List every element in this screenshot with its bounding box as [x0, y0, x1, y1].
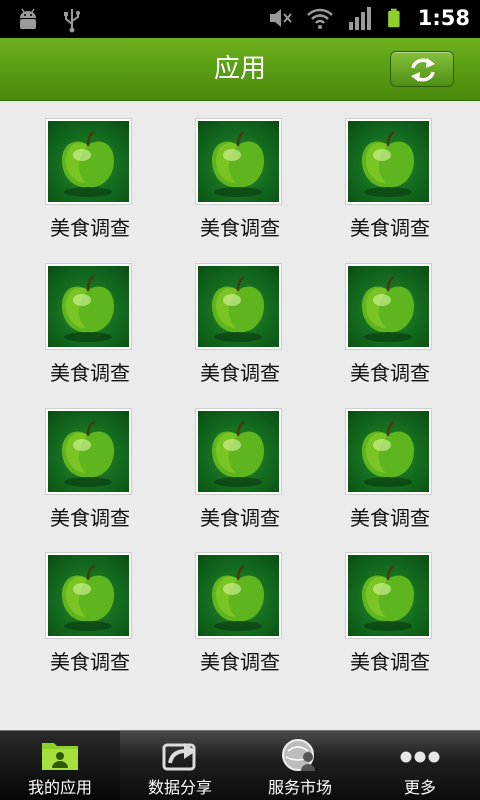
- app-label: 美食调查: [200, 216, 280, 240]
- app-item[interactable]: 美食调查: [15, 101, 165, 241]
- app-item[interactable]: 美食调查: [165, 535, 315, 675]
- app-item[interactable]: 美食调查: [165, 246, 315, 386]
- green-apple-icon: [212, 130, 264, 197]
- green-apple-icon: [362, 564, 414, 631]
- signal-icon: [348, 7, 371, 30]
- refresh-button[interactable]: [390, 51, 454, 87]
- green-apple-icon: [212, 564, 264, 631]
- app-label: 美食调查: [50, 361, 130, 385]
- green-apple-icon: [62, 564, 114, 631]
- more-icon: [400, 751, 440, 763]
- tab-service-market[interactable]: 服务市场: [240, 731, 360, 800]
- green-apple-icon: [62, 275, 114, 342]
- tab-label: 我的应用: [27, 778, 92, 797]
- green-apple-icon: [212, 420, 264, 487]
- app-icon-tile: [345, 118, 432, 205]
- app-label: 美食调查: [200, 506, 280, 530]
- tab-share[interactable]: 数据分享: [120, 731, 240, 800]
- app-item[interactable]: 美食调查: [15, 535, 165, 675]
- battery-icon: [387, 8, 400, 28]
- app-icon-tile: [195, 118, 282, 205]
- app-icon-tile: [45, 118, 132, 205]
- app-item[interactable]: 美食调查: [315, 246, 465, 386]
- app-item[interactable]: 美食调查: [315, 391, 465, 531]
- app-icon-tile: [45, 408, 132, 495]
- app-icon-tile: [195, 263, 282, 350]
- share-icon: [162, 743, 196, 771]
- usb-icon: [64, 9, 80, 33]
- app-icon-tile: [345, 263, 432, 350]
- app-icon-tile: [45, 552, 132, 639]
- app-grid-area: 美食调查 美食调查 美食调查 美食调查 美食调查 美食调查 美食调查 美食调查 美食调查 美食调查…: [0, 101, 480, 730]
- service-market-icon: [282, 739, 315, 771]
- green-apple-icon: [362, 130, 414, 197]
- app-item[interactable]: 美食调查: [165, 391, 315, 531]
- green-apple-icon: [62, 420, 114, 487]
- clock: 1:58: [417, 6, 470, 30]
- app-item[interactable]: 美食调查: [15, 246, 165, 386]
- refresh-icon: [411, 58, 435, 82]
- app-label: 美食调查: [50, 216, 130, 240]
- app-item[interactable]: 美食调查: [315, 535, 465, 675]
- tab-my-apps[interactable]: 我的应用: [0, 731, 120, 800]
- app-label: 美食调查: [350, 506, 430, 530]
- tab-label: 服务市场: [267, 778, 332, 797]
- green-apple-icon: [362, 420, 414, 487]
- tab-label: 更多: [403, 778, 436, 797]
- app-item[interactable]: 美食调查: [15, 391, 165, 531]
- app-label: 美食调查: [350, 650, 430, 674]
- title-bar: 应用: [0, 38, 480, 101]
- app-label: 美食调查: [350, 216, 430, 240]
- app-label: 美食调查: [350, 361, 430, 385]
- app-icon-tile: [195, 552, 282, 639]
- green-apple-icon: [62, 130, 114, 197]
- app-icon-tile: [345, 552, 432, 639]
- app-icon-tile: [45, 263, 132, 350]
- app-icon-tile: [345, 408, 432, 495]
- app-item[interactable]: 美食调查: [315, 101, 465, 241]
- green-apple-icon: [362, 275, 414, 342]
- tab-label: 数据分享: [147, 778, 212, 797]
- wifi-icon: [306, 8, 333, 29]
- app-label: 美食调查: [200, 650, 280, 674]
- tab-more[interactable]: 更多: [360, 731, 480, 800]
- mute-icon: [269, 9, 292, 27]
- green-apple-icon: [212, 275, 264, 342]
- android-debug-icon: [20, 8, 36, 29]
- app-icon-tile: [195, 408, 282, 495]
- my-apps-icon: [42, 743, 78, 770]
- app-item[interactable]: 美食调查: [165, 101, 315, 241]
- tab-bar: 我的应用 数据分享 服务市场 更多: [0, 730, 480, 800]
- app-label: 美食调查: [50, 506, 130, 530]
- app-label: 美食调查: [50, 650, 130, 674]
- status-bar: 1:58: [0, 0, 480, 38]
- app-label: 美食调查: [200, 361, 280, 385]
